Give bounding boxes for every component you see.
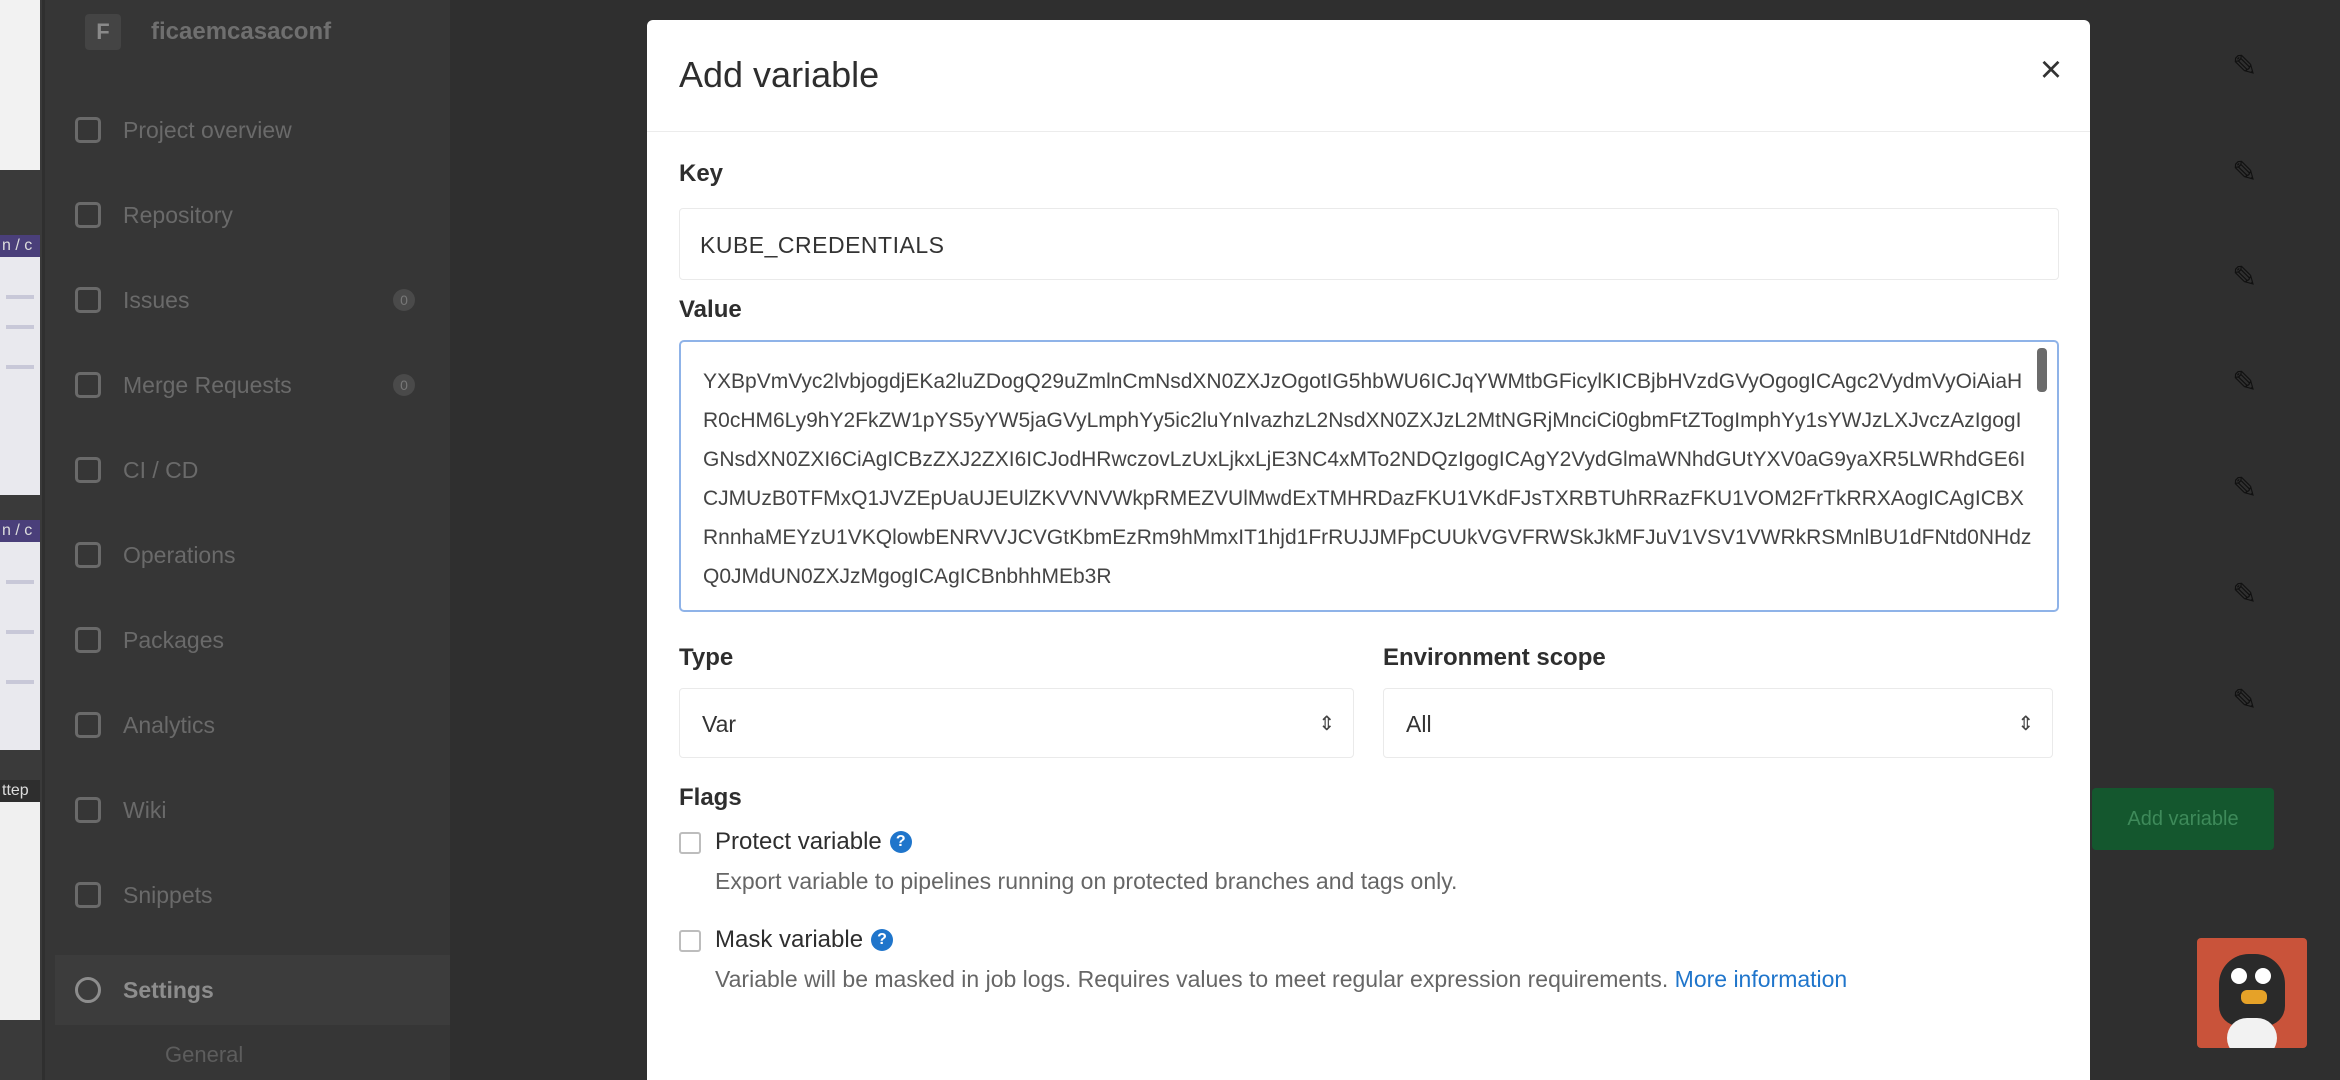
sidebar-item-label: Snippets [123, 881, 213, 908]
project-avatar: F [85, 14, 121, 50]
pencil-icon[interactable]: ✎ [2232, 580, 2262, 610]
protect-variable-label[interactable]: Protect variable ? [715, 828, 912, 856]
sidebar-item-operations[interactable]: Operations [75, 530, 445, 580]
scissors-icon [75, 882, 101, 908]
sidebar-item-snippets[interactable]: Snippets [75, 870, 445, 920]
pencil-icon[interactable]: ✎ [2232, 263, 2262, 293]
protect-variable-help: Export variable to pipelines running on … [715, 868, 1458, 894]
close-icon[interactable]: × [2031, 50, 2071, 90]
thumbnail[interactable]: ttep [0, 780, 40, 1020]
thumbnail[interactable]: n / c [0, 235, 40, 495]
flags-label: Flags [679, 784, 742, 811]
select-arrows-icon: ⇕ [2017, 713, 2034, 735]
sidebar-item-label: Issues [123, 286, 190, 313]
sidebar-item-label: CI / CD [123, 456, 199, 483]
sidebar-item-label: Analytics [123, 711, 216, 738]
help-icon[interactable]: ? [889, 831, 912, 853]
protect-variable-checkbox[interactable] [679, 832, 701, 854]
package-icon [75, 627, 101, 653]
key-label: Key [679, 160, 724, 187]
pencil-icon[interactable]: ✎ [2232, 52, 2262, 82]
home-icon [75, 117, 101, 143]
sidebar-item-ci-cd[interactable]: CI / CD [75, 445, 445, 495]
thumbnail-label: n / c [0, 235, 40, 257]
help-icon[interactable]: ? [871, 929, 894, 951]
sidebar-item-label: Project overview [123, 116, 292, 143]
cloud-icon [75, 542, 101, 568]
chart-icon [75, 712, 101, 738]
thumbnail-label: ttep [0, 780, 40, 802]
more-information-link[interactable]: More information [1675, 966, 1848, 992]
type-select[interactable]: Var ⇕ [679, 688, 1354, 758]
book-icon [75, 202, 101, 228]
thumbnail-strip: n / c n / c ttep [0, 0, 42, 1080]
mask-variable-text: Mask variable [715, 926, 864, 953]
environment-scope-select[interactable]: All ⇕ [1383, 688, 2053, 758]
merge-request-icon [75, 372, 101, 398]
modal-title: Add variable [679, 54, 880, 95]
thumbnail-label: n / c [0, 520, 40, 542]
select-arrows-icon: ⇕ [1318, 713, 1335, 735]
sidebar-item-wiki[interactable]: Wiki [75, 785, 445, 835]
type-label: Type [679, 644, 734, 671]
pencil-icon[interactable]: ✎ [2232, 474, 2262, 504]
sidebar-item-label: Merge Requests [123, 371, 292, 398]
thumbnail[interactable] [0, 0, 40, 170]
mask-variable-help: Variable will be masked in job logs. Req… [715, 964, 1975, 994]
gear-icon [75, 977, 101, 1003]
pencil-icon[interactable]: ✎ [2232, 158, 2262, 188]
sidebar-item-issues[interactable]: Issues 0 [75, 275, 445, 325]
pencil-icon[interactable]: ✎ [2232, 368, 2262, 398]
sidebar-subitem-general[interactable]: General [165, 1042, 243, 1068]
modal-header: Add variable × [647, 20, 2090, 132]
penguin-mascot-logo [2197, 938, 2307, 1048]
merge-requests-count-badge: 0 [393, 374, 415, 396]
protect-variable-text: Protect variable [715, 828, 882, 855]
sidebar-item-label: Settings [123, 976, 214, 1003]
pencil-icon[interactable]: ✎ [2232, 686, 2262, 716]
value-label: Value [679, 296, 742, 323]
sidebar-item-packages[interactable]: Packages [75, 615, 445, 665]
type-select-value: Var [702, 711, 737, 737]
mask-variable-checkbox[interactable] [679, 930, 701, 952]
project-sidebar: F ficaemcasaconf Project overview Reposi… [45, 0, 450, 1080]
key-input[interactable]: KUBE_CREDENTIALS [679, 208, 2059, 280]
sidebar-item-analytics[interactable]: Analytics [75, 700, 445, 750]
textarea-scrollbar[interactable] [2037, 348, 2047, 392]
value-textarea[interactable]: YXBpVmVyc2lvbjogdjEKa2luZDogQ29uZmlnCmNs… [679, 340, 2059, 612]
sidebar-item-project-overview[interactable]: Project overview [75, 105, 445, 155]
sidebar-item-label: Repository [123, 201, 233, 228]
book-icon [75, 797, 101, 823]
mask-variable-help-text: Variable will be masked in job logs. Req… [715, 966, 1669, 992]
issues-count-badge: 0 [393, 289, 415, 311]
background-page [2090, 0, 2340, 1080]
environment-scope-label: Environment scope [1383, 644, 1606, 671]
sidebar-item-merge-requests[interactable]: Merge Requests 0 [75, 360, 445, 410]
rocket-icon [75, 457, 101, 483]
issues-icon [75, 287, 101, 313]
environment-scope-value: All [1406, 711, 1432, 737]
sidebar-item-label: Packages [123, 626, 225, 653]
project-name: ficaemcasaconf [151, 18, 332, 45]
sidebar-item-repository[interactable]: Repository [75, 190, 445, 240]
sidebar-item-label: Operations [123, 541, 236, 568]
value-text: YXBpVmVyc2lvbjogdjEKa2luZDogQ29uZmlnCmNs… [703, 370, 2032, 588]
sidebar-item-label: Wiki [123, 796, 167, 823]
sidebar-item-settings[interactable]: Settings [55, 955, 450, 1025]
thumbnail[interactable]: n / c [0, 520, 40, 750]
add-variable-modal: Add variable × Key KUBE_CREDENTIALS Valu… [647, 20, 2090, 1080]
add-variable-button[interactable]: Add variable [2092, 788, 2274, 850]
project-header[interactable]: F ficaemcasaconf [85, 10, 331, 54]
mask-variable-label[interactable]: Mask variable ? [715, 926, 894, 954]
